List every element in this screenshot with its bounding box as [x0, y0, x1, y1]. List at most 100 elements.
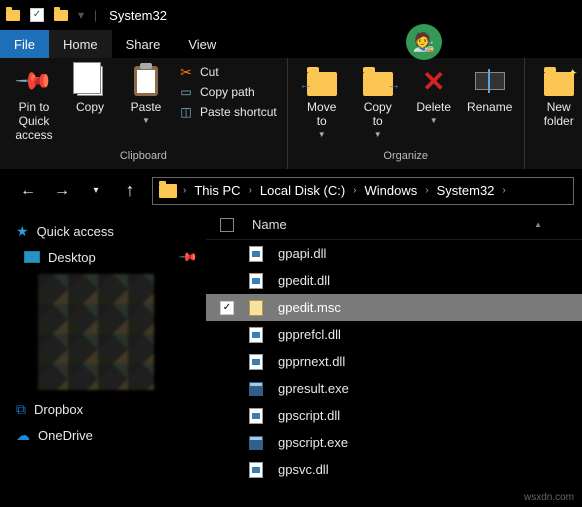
tab-share[interactable]: Share	[112, 30, 175, 58]
breadcrumb-windows[interactable]: Windows	[361, 183, 422, 198]
file-row[interactable]: ✓ gpedit.msc	[206, 294, 582, 321]
avatar: 🧑‍🎨	[406, 24, 442, 60]
breadcrumb-sep-icon[interactable]: ›	[181, 185, 188, 196]
main-area: ★ Quick access Desktop 📌 ⧉ Dropbox ☁ One…	[0, 210, 582, 507]
paste-label: Paste	[131, 100, 162, 114]
tab-home[interactable]: Home	[49, 30, 112, 58]
file-name: gpscript.dll	[278, 408, 340, 423]
sidebar-dropbox-label: Dropbox	[34, 402, 83, 417]
file-name: gpedit.dll	[278, 273, 330, 288]
row-checkbox[interactable]	[220, 328, 234, 342]
paste-dropdown-icon[interactable]: ▼	[142, 116, 150, 125]
sidebar-dropbox[interactable]: ⧉ Dropbox	[10, 396, 206, 422]
group-clipboard: 📌 Pin to Quick access Copy Paste ▼ ✂ Cut…	[0, 58, 288, 169]
paste-button[interactable]: Paste ▼	[118, 62, 174, 148]
pinned-icon: 📌	[178, 247, 198, 267]
forward-button[interactable]: →	[50, 179, 74, 203]
row-checkbox[interactable]	[220, 463, 234, 477]
select-all-checkbox[interactable]	[220, 218, 234, 232]
file-name: gpprnext.dll	[278, 354, 345, 369]
recent-dropdown[interactable]: ▾	[84, 179, 108, 203]
breadcrumb-sep-icon[interactable]: ›	[247, 185, 254, 196]
breadcrumb-sep-icon[interactable]: ›	[423, 185, 430, 196]
file-row[interactable]: gpprnext.dll	[206, 348, 582, 375]
sort-indicator-icon: ▲	[534, 220, 542, 229]
qat-paste-icon[interactable]: ✓	[28, 6, 46, 24]
file-name: gpprefcl.dll	[278, 327, 341, 342]
delete-label: Delete	[416, 100, 451, 114]
file-row[interactable]: gpscript.dll	[206, 402, 582, 429]
back-button[interactable]: ←	[16, 179, 40, 203]
copy-to-label: Copy to	[364, 100, 392, 128]
copy-button[interactable]: Copy	[62, 62, 118, 148]
move-to-dropdown-icon[interactable]: ▼	[318, 130, 326, 139]
column-name[interactable]: Name	[252, 217, 520, 232]
row-checkbox[interactable]	[220, 355, 234, 369]
msc-file-icon	[248, 300, 264, 316]
breadcrumb-system32[interactable]: System32	[433, 183, 499, 198]
copy-to-icon: →	[361, 64, 395, 98]
title-separator: |	[94, 8, 97, 22]
file-row[interactable]: gpapi.dll	[206, 240, 582, 267]
new-folder-label: New folder	[544, 100, 574, 128]
up-button[interactable]: ↑	[118, 179, 142, 203]
file-row[interactable]: gpsvc.dll	[206, 456, 582, 483]
qat-dropdown-icon[interactable]: ▾	[78, 8, 84, 22]
paste-shortcut-label: Paste shortcut	[200, 105, 277, 119]
column-header[interactable]: Name ▲	[206, 210, 582, 240]
breadcrumb-local-disk[interactable]: Local Disk (C:)	[256, 183, 349, 198]
window-title: System32	[109, 8, 167, 23]
ribbon-tabs: File Home Share View 🧑‍🎨	[0, 30, 582, 58]
sidebar-onedrive[interactable]: ☁ OneDrive	[10, 422, 206, 448]
copy-label: Copy	[76, 100, 104, 114]
breadcrumb-this-pc[interactable]: This PC	[190, 183, 244, 198]
row-checkbox[interactable]	[220, 436, 234, 450]
dll-file-icon	[248, 246, 264, 262]
file-list: Name ▲ gpapi.dll gpedit.dll ✓ gpedit.msc gpp…	[206, 210, 582, 507]
rename-icon	[473, 64, 507, 98]
delete-dropdown-icon[interactable]: ▼	[430, 116, 438, 125]
delete-button[interactable]: ✕ Delete ▼	[406, 62, 462, 148]
breadcrumb-sep-icon[interactable]: ›	[500, 185, 507, 196]
group-organize: ← Move to ▼ → Copy to ▼ ✕ Delete ▼ Renam…	[288, 58, 525, 169]
paste-shortcut-button[interactable]: ◫ Paste shortcut	[178, 104, 277, 120]
sidebar-quick-access[interactable]: ★ Quick access	[10, 218, 206, 244]
organize-group-label: Organize	[383, 150, 428, 162]
row-checkbox[interactable]	[220, 247, 234, 261]
row-checkbox[interactable]	[220, 274, 234, 288]
dll-file-icon	[248, 408, 264, 424]
copy-path-button[interactable]: ▭ Copy path	[178, 84, 277, 100]
qat-folder-icon[interactable]	[52, 6, 70, 24]
sidebar-onedrive-label: OneDrive	[38, 428, 93, 443]
rename-button[interactable]: Rename	[462, 62, 518, 148]
shortcut-icon: ◫	[178, 104, 194, 120]
folder-thumbnail[interactable]	[38, 274, 154, 390]
row-checkbox[interactable]: ✓	[220, 301, 234, 315]
pin-quick-access-button[interactable]: 📌 Pin to Quick access	[6, 62, 62, 148]
tab-file[interactable]: File	[0, 30, 49, 58]
copy-to-dropdown-icon[interactable]: ▼	[374, 130, 382, 139]
file-name: gpedit.msc	[278, 300, 341, 315]
file-row[interactable]: gpresult.exe	[206, 375, 582, 402]
copy-icon	[73, 64, 107, 98]
new-group-label	[557, 150, 560, 162]
sidebar-desktop[interactable]: Desktop 📌	[10, 244, 206, 270]
row-checkbox[interactable]	[220, 382, 234, 396]
breadcrumb-sep-icon[interactable]: ›	[351, 185, 358, 196]
dll-file-icon	[248, 273, 264, 289]
file-row[interactable]: gpedit.dll	[206, 267, 582, 294]
clipboard-group-label: Clipboard	[120, 150, 167, 162]
address-bar[interactable]: › This PC › Local Disk (C:) › Windows › …	[152, 177, 574, 205]
dll-file-icon	[248, 327, 264, 343]
new-folder-button[interactable]: New folder	[531, 62, 582, 148]
file-row[interactable]: gpscript.exe	[206, 429, 582, 456]
row-checkbox[interactable]	[220, 409, 234, 423]
cut-button[interactable]: ✂ Cut	[178, 64, 277, 80]
move-to-button[interactable]: ← Move to ▼	[294, 62, 350, 148]
tab-view[interactable]: View	[174, 30, 230, 58]
copy-to-button[interactable]: → Copy to ▼	[350, 62, 406, 148]
file-name: gpapi.dll	[278, 246, 326, 261]
delete-icon: ✕	[417, 64, 451, 98]
move-to-icon: ←	[305, 64, 339, 98]
file-row[interactable]: gpprefcl.dll	[206, 321, 582, 348]
